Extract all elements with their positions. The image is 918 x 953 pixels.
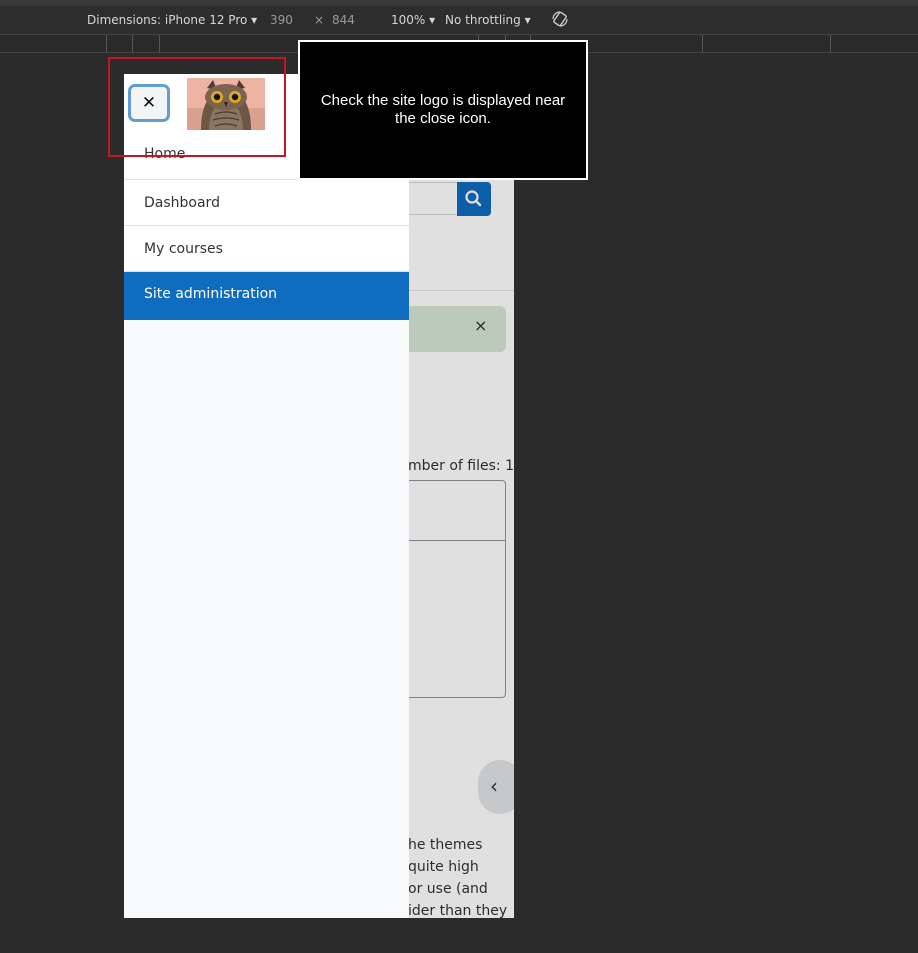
device-dimensions-label: Dimensions: iPhone 12 Pro — [87, 13, 248, 27]
instruction-tooltip: Check the site logo is displayed near th… — [298, 40, 588, 180]
rotate-icon[interactable] — [551, 10, 569, 31]
highlight-box — [108, 57, 286, 157]
viewport-height-input[interactable]: 844 — [332, 13, 355, 27]
devtools-device-toolbar: Dimensions: iPhone 12 Pro ▾ 390 × 844 10… — [0, 0, 918, 34]
nav-item-dashboard[interactable]: Dashboard — [124, 180, 409, 226]
throttling-dropdown[interactable]: No throttling ▾ — [445, 13, 531, 27]
viewport-width-input[interactable]: 390 — [270, 13, 293, 27]
tooltip-text: Check the site logo is displayed near th… — [320, 92, 566, 127]
dimension-separator: × — [314, 13, 325, 27]
throttling-label: No throttling — [445, 13, 521, 27]
zoom-label: 100% — [391, 13, 426, 27]
chevron-down-icon: ▾ — [429, 13, 436, 27]
zoom-dropdown[interactable]: 100% ▾ — [391, 13, 435, 27]
primary-navigation-drawer: ✕ Home Dashboard My courses Site adminis… — [124, 74, 409, 918]
nav-item-site-administration[interactable]: Site administration — [124, 272, 409, 320]
device-viewport: × mber of files: 1 ‹ he themes quite hig… — [124, 74, 514, 918]
nav-item-my-courses[interactable]: My courses — [124, 226, 409, 272]
device-dimensions-dropdown[interactable]: Dimensions: iPhone 12 Pro ▾ — [87, 13, 257, 27]
chevron-down-icon: ▾ — [251, 13, 258, 27]
chevron-down-icon: ▾ — [524, 13, 531, 27]
